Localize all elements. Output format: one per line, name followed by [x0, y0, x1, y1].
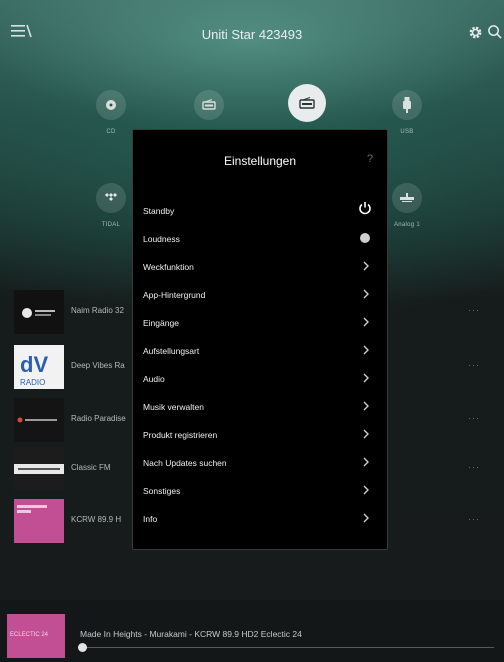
- settings-item-label: Info: [143, 514, 158, 524]
- settings-item-aufstellungsart[interactable]: Aufstellungsart: [133, 338, 387, 366]
- chevron-right-icon: [363, 429, 369, 439]
- page-title: Uniti Star 423493: [201, 27, 303, 42]
- chevron-right-icon: [363, 485, 369, 495]
- chevron-right-icon: [363, 289, 369, 299]
- dialog-title: Einstellungen: [223, 154, 297, 168]
- now-playing-bar[interactable]: ECLECTIC 24 Made In Heights - Murakami -…: [0, 600, 504, 662]
- settings-item-sonstiges[interactable]: Sonstiges: [133, 478, 387, 506]
- radio-selected-icon: [288, 84, 326, 122]
- station-logo: [14, 398, 64, 442]
- chevron-right-icon: [363, 373, 369, 383]
- radio-icon: [194, 90, 224, 120]
- settings-item-app-hintergrund[interactable]: App-Hintergrund: [133, 282, 387, 310]
- more-icon[interactable]: ···: [468, 305, 480, 315]
- chevron-right-icon: [363, 317, 369, 327]
- settings-item-label: Weckfunktion: [143, 262, 194, 272]
- settings-item-label: Loudness: [143, 234, 180, 244]
- settings-item-label: Aufstellungsart: [143, 346, 200, 356]
- more-icon[interactable]: ···: [468, 514, 480, 524]
- station-name: Classic FM: [71, 463, 111, 472]
- station-name: Deep Vibes Ra: [71, 361, 125, 370]
- settings-item-label: Nach Updates suchen: [143, 458, 227, 468]
- more-icon[interactable]: ···: [468, 360, 480, 370]
- settings-item-updates[interactable]: Nach Updates suchen: [133, 450, 387, 478]
- settings-item-musik-verwalten[interactable]: Musik verwalten: [133, 394, 387, 422]
- chevron-right-icon: [363, 401, 369, 411]
- station-logo: dV RADIO: [14, 345, 64, 389]
- chevron-right-icon: [363, 261, 369, 271]
- now-playing-text: Made In Heights - Murakami - KCRW 89.9 H…: [80, 629, 302, 639]
- gear-icon[interactable]: [468, 25, 483, 40]
- search-icon[interactable]: [487, 24, 502, 39]
- chevron-right-icon: [363, 513, 369, 523]
- settings-item-loudness[interactable]: Loudness: [133, 226, 387, 254]
- power-icon[interactable]: [358, 201, 372, 215]
- settings-item-label: Sonstiges: [143, 486, 181, 496]
- station-logo: [14, 447, 64, 491]
- more-icon[interactable]: ···: [468, 462, 480, 472]
- source-radio-selected[interactable]: [272, 84, 342, 122]
- source-radio[interactable]: [174, 90, 244, 120]
- station-name: Radio Paradise: [71, 414, 126, 423]
- album-art: ECLECTIC 24: [7, 614, 65, 658]
- disc-icon: [96, 90, 126, 120]
- settings-item-eingaenge[interactable]: Eingänge: [133, 310, 387, 338]
- settings-item-audio[interactable]: Audio: [133, 366, 387, 394]
- more-icon[interactable]: ···: [468, 413, 480, 423]
- chevron-right-icon: [363, 345, 369, 355]
- settings-item-label: Standby: [143, 206, 175, 216]
- analog-icon: [392, 183, 422, 213]
- settings-item-produkt-registrieren[interactable]: Produkt registrieren: [133, 422, 387, 450]
- settings-item-label: Produkt registrieren: [143, 430, 218, 440]
- svg-text:RADIO: RADIO: [20, 378, 45, 387]
- svg-text:dV: dV: [20, 352, 48, 377]
- progress-track[interactable]: [82, 647, 494, 648]
- usb-icon: [392, 90, 422, 120]
- settings-dialog: Einstellungen ? Standby Loudness Weckfun…: [132, 129, 388, 550]
- help-icon[interactable]: ?: [367, 153, 373, 165]
- loudness-toggle[interactable]: [360, 233, 370, 243]
- settings-item-label: Eingänge: [143, 318, 179, 328]
- settings-item-label: App-Hintergrund: [143, 290, 206, 300]
- settings-item-label: Audio: [143, 374, 165, 384]
- tidal-icon: [96, 183, 126, 213]
- station-name: KCRW 89.9 H: [71, 515, 122, 524]
- progress-knob[interactable]: [78, 643, 87, 652]
- settings-item-standby[interactable]: Standby: [133, 198, 387, 226]
- album-art-text: ECLECTIC 24: [10, 632, 49, 638]
- settings-item-label: Musik verwalten: [143, 402, 204, 412]
- top-bar: Uniti Star 423493: [0, 0, 504, 60]
- chevron-right-icon: [363, 457, 369, 467]
- settings-item-weckfunktion[interactable]: Weckfunktion: [133, 254, 387, 282]
- station-logo: [14, 290, 64, 334]
- station-logo: [14, 499, 64, 543]
- settings-item-info[interactable]: Info: [133, 506, 387, 534]
- station-name: Naim Radio 32: [71, 306, 124, 315]
